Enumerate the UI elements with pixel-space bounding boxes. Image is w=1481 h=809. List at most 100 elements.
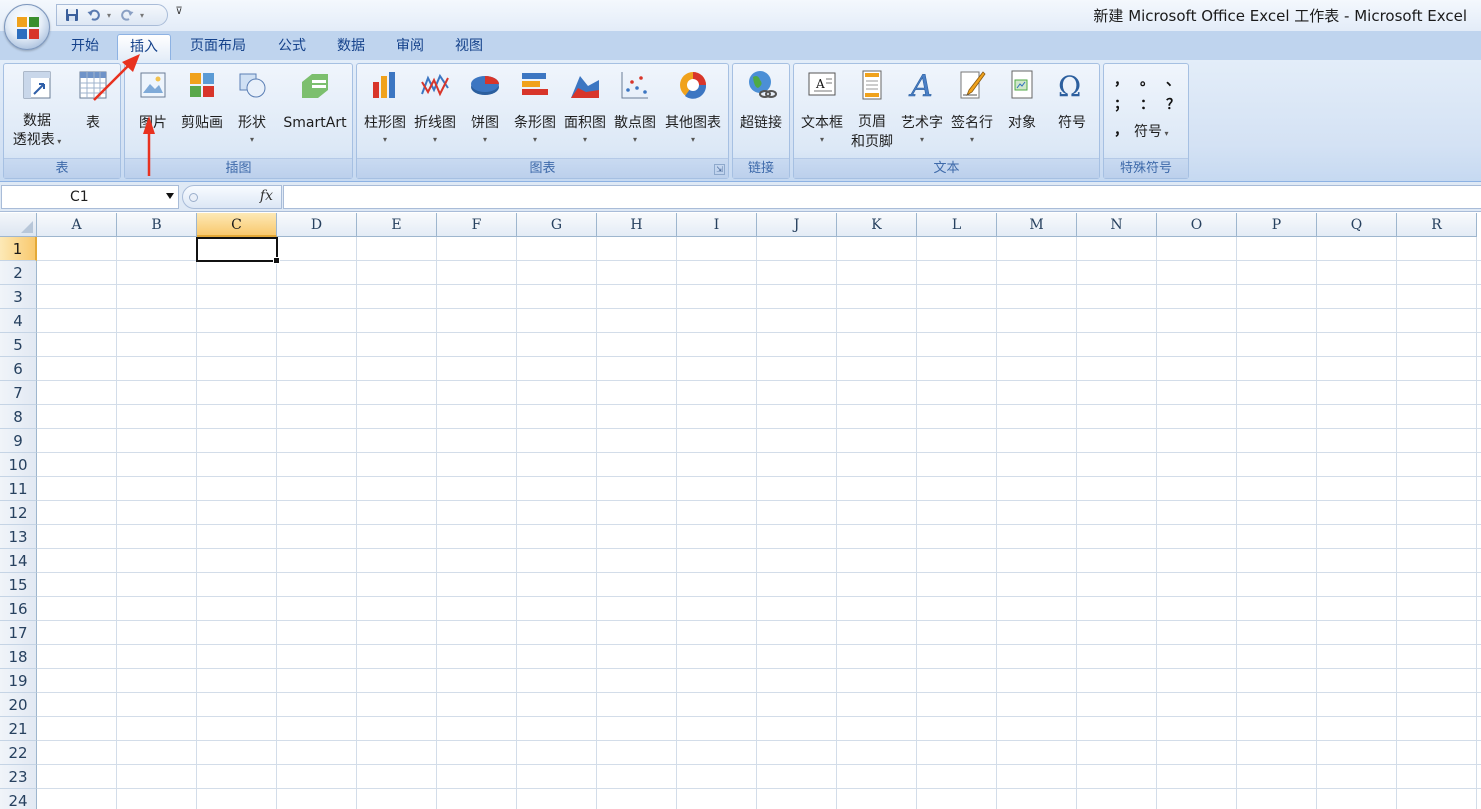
row-header-20[interactable]: 20 [0,693,37,717]
row-header-7[interactable]: 7 [0,381,37,405]
redo-icon[interactable] [118,6,136,24]
name-box-dropdown-icon[interactable] [166,193,174,199]
row-header-14[interactable]: 14 [0,549,37,573]
tab-home[interactable]: 开始 [56,34,114,60]
column-header-o[interactable]: O [1157,213,1237,237]
column-header-k[interactable]: K [837,213,917,237]
save-icon[interactable] [63,6,81,24]
name-box[interactable]: C1 [1,185,179,209]
pivot-table-button[interactable]: 数据 透视表 ▾ [6,68,68,151]
customize-qat-icon[interactable]: ⊽ [172,6,186,24]
column-header-m[interactable]: M [997,213,1077,237]
row-header-8[interactable]: 8 [0,405,37,429]
more-symbols-button[interactable]: 符号 ▾ [1134,121,1169,141]
column-header-n[interactable]: N [1077,213,1157,237]
column-header-l[interactable]: L [917,213,997,237]
row-header-11[interactable]: 11 [0,477,37,501]
row-header-22[interactable]: 22 [0,741,37,765]
row-header-15[interactable]: 15 [0,573,37,597]
area-chart-button[interactable]: 面积图 ▾ [560,68,610,145]
row-header-5[interactable]: 5 [0,333,37,357]
group-label-text: 文本 [794,158,1099,178]
column-header-c[interactable]: C [197,213,277,237]
symbol-semicolon[interactable]: ； [1114,94,1128,114]
undo-icon[interactable] [85,6,103,24]
row-header-1[interactable]: 1 [0,237,37,261]
row-header-16[interactable]: 16 [0,597,37,621]
bar-chart-icon [522,73,548,95]
hyperlink-button[interactable]: 超链接 [735,68,787,133]
name-box-value: C1 [70,189,89,205]
formula-input[interactable] [283,185,1481,209]
insert-function-icon[interactable]: fx [260,188,273,204]
object-button[interactable]: 对象 [997,68,1047,133]
text-box-button[interactable]: A 文本框 ▾ [797,68,847,145]
row-header-12[interactable]: 12 [0,501,37,525]
charts-dialog-launcher-icon[interactable]: ⇲ [714,164,725,175]
symbol-button[interactable]: Ω 符号 [1047,68,1097,133]
undo-dropdown-icon[interactable]: ▾ [107,11,114,20]
tab-data[interactable]: 数据 [326,34,376,60]
row-header-6[interactable]: 6 [0,357,37,381]
row-header-24[interactable]: 24 [0,789,37,809]
other-charts-button[interactable]: 其他图表 ▾ [660,68,726,145]
column-chart-button[interactable]: 柱形图 ▾ [360,68,410,145]
column-chart-icon [373,72,395,98]
cell-grid[interactable] [37,237,1481,809]
tab-page-layout[interactable]: 页面布局 [178,34,258,60]
row-header-23[interactable]: 23 [0,765,37,789]
picture-button[interactable]: 图片 [130,68,176,133]
row-header-4[interactable]: 4 [0,309,37,333]
select-all-button[interactable] [0,213,37,237]
smartart-button[interactable]: SmartArt [278,68,352,133]
office-button[interactable] [4,4,50,50]
column-header-b[interactable]: B [117,213,197,237]
column-header-e[interactable]: E [357,213,437,237]
column-header-r[interactable]: R [1397,213,1477,237]
tab-formulas[interactable]: 公式 [268,34,316,60]
column-header-h[interactable]: H [597,213,677,237]
column-header-a[interactable]: A [37,213,117,237]
tab-view[interactable]: 视图 [444,34,494,60]
column-header-p[interactable]: P [1237,213,1317,237]
column-header-d[interactable]: D [277,213,357,237]
clip-art-button[interactable]: 剪贴画 [178,68,226,133]
shapes-button[interactable]: 形状 ▾ [228,68,276,145]
symbol-comma[interactable]: ， [1114,70,1128,90]
row-header-17[interactable]: 17 [0,621,37,645]
row-header-19[interactable]: 19 [0,669,37,693]
row-header-18[interactable]: 18 [0,645,37,669]
row-header-3[interactable]: 3 [0,285,37,309]
wordart-button[interactable]: A 艺术字 ▾ [897,68,947,145]
tab-insert[interactable]: 插入 [117,34,171,60]
column-header-f[interactable]: F [437,213,517,237]
row-header-21[interactable]: 21 [0,717,37,741]
column-header-g[interactable]: G [517,213,597,237]
row-header-13[interactable]: 13 [0,525,37,549]
row-header-2[interactable]: 2 [0,261,37,285]
formula-bar-knob-icon[interactable] [189,193,198,202]
signature-line-button[interactable]: 签名行 ▾ [947,68,997,145]
header-footer-button[interactable]: 页眉 和页脚 [847,68,897,152]
active-cell[interactable] [196,237,280,264]
redo-dropdown-icon[interactable]: ▾ [140,11,147,20]
symbol-period[interactable]: 。 [1140,70,1154,90]
table-button[interactable]: 表 [68,68,118,133]
pie-chart-button[interactable]: 饼图 ▾ [460,68,510,145]
symbol-colon[interactable]: ： [1140,94,1154,114]
column-header-i[interactable]: I [677,213,757,237]
row-header-9[interactable]: 9 [0,429,37,453]
line-chart-button[interactable]: 折线图 ▾ [410,68,460,145]
group-label-charts: 图表 [357,158,728,178]
header-footer-label-line2: 和页脚 [851,134,893,150]
column-header-q[interactable]: Q [1317,213,1397,237]
symbol-enumeration-comma[interactable]: 、 [1166,70,1180,90]
scatter-chart-button[interactable]: 散点图 ▾ [610,68,660,145]
symbol-question[interactable]: ？ [1166,94,1180,114]
column-header-j[interactable]: J [757,213,837,237]
column-chart-label: 柱形图 [364,115,406,131]
bar-chart-button[interactable]: 条形图 ▾ [510,68,560,145]
tab-review[interactable]: 审阅 [384,34,436,60]
row-header-10[interactable]: 10 [0,453,37,477]
symbol-comma-small[interactable]: ， [1114,120,1128,140]
